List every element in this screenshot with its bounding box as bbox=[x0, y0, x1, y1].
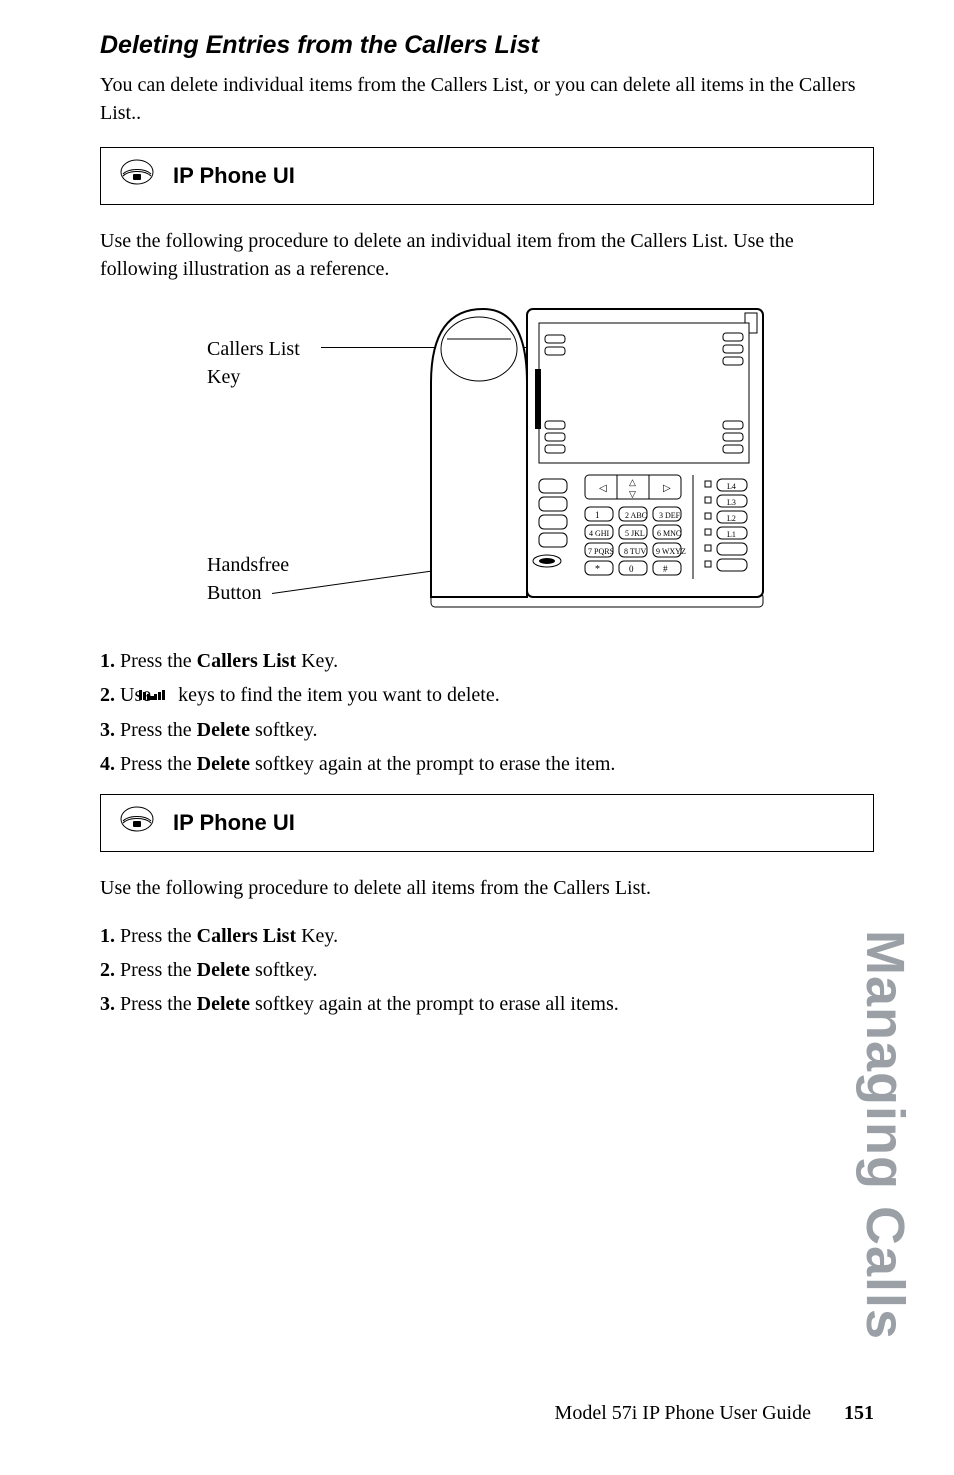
step: 2. Use keys to find the item you want to… bbox=[100, 681, 874, 710]
svg-text:6 MNO: 6 MNO bbox=[657, 529, 682, 538]
svg-text:7 PQRS: 7 PQRS bbox=[588, 547, 614, 556]
svg-text:#: # bbox=[663, 564, 668, 574]
callout-text: Key bbox=[207, 366, 240, 388]
step: 1. Press the Callers List Key. bbox=[100, 922, 874, 950]
procedure1-intro: Use the following procedure to delete an… bbox=[100, 227, 874, 283]
step-bold: Delete bbox=[197, 993, 250, 1015]
phone-ui-icon bbox=[119, 805, 155, 841]
svg-text:△: △ bbox=[629, 477, 636, 487]
phone-illustration: Callers List Key Handsfree Button bbox=[207, 303, 767, 623]
step-text: softkey. bbox=[250, 719, 318, 741]
step-text: softkey again at the prompt to erase the… bbox=[250, 753, 615, 775]
svg-text:*: * bbox=[595, 564, 600, 575]
footer-text: Model 57i IP Phone User Guide bbox=[555, 1402, 811, 1424]
svg-text:L2: L2 bbox=[727, 514, 736, 523]
svg-text:L3: L3 bbox=[727, 498, 736, 507]
step-bold: Callers List bbox=[197, 925, 296, 947]
step-bold: Delete bbox=[197, 753, 250, 775]
callout-text: Handsfree bbox=[207, 554, 289, 576]
step-text: softkey. bbox=[250, 959, 318, 981]
phone-device-diagram: ◁ ▷ △ ▽ 1 2 ABC 3 DEF 4 GHI 5 JKL 6 MNO … bbox=[427, 303, 767, 613]
procedure2-steps: 1. Press the Callers List Key. 2. Press … bbox=[100, 922, 874, 1018]
svg-text:5 JKL: 5 JKL bbox=[625, 529, 645, 538]
svg-text:▽: ▽ bbox=[629, 489, 636, 499]
step-bold: Delete bbox=[197, 719, 250, 741]
step-bold: Delete bbox=[197, 959, 250, 981]
svg-text:▷: ▷ bbox=[663, 483, 671, 494]
ip-phone-ui-label: IP Phone UI bbox=[173, 808, 295, 839]
svg-text:◁: ◁ bbox=[599, 483, 607, 494]
intro-paragraph: You can delete individual items from the… bbox=[100, 71, 874, 127]
step-text: Press the bbox=[120, 719, 197, 741]
callout-text: Button bbox=[207, 582, 261, 604]
svg-text:L4: L4 bbox=[727, 482, 736, 491]
step-text: Press the bbox=[120, 959, 197, 981]
svg-text:2 ABC: 2 ABC bbox=[625, 511, 647, 520]
procedure1-steps: 1. Press the Callers List Key. 2. Use ke… bbox=[100, 647, 874, 778]
page-footer: Model 57i IP Phone User Guide 151 bbox=[555, 1399, 874, 1427]
step: 1. Press the Callers List Key. bbox=[100, 647, 874, 675]
svg-text:L1: L1 bbox=[727, 530, 736, 539]
callout-callers-list-key: Callers List Key bbox=[207, 335, 300, 391]
step-text: Key. bbox=[296, 650, 338, 672]
section-heading: Deleting Entries from the Callers List bbox=[100, 28, 874, 63]
svg-text:3 DEF: 3 DEF bbox=[659, 511, 681, 520]
step: 2. Press the Delete softkey. bbox=[100, 956, 874, 984]
callout-handsfree-button: Handsfree Button bbox=[207, 551, 289, 607]
ip-phone-ui-box: IP Phone UI bbox=[100, 794, 874, 852]
phone-ui-icon bbox=[119, 158, 155, 194]
step: 4. Press the Delete softkey again at the… bbox=[100, 750, 874, 778]
step-text: Press the bbox=[120, 753, 197, 775]
svg-text:0: 0 bbox=[629, 564, 634, 574]
procedure2-intro: Use the following procedure to delete al… bbox=[100, 874, 874, 902]
step: 3. Press the Delete softkey again at the… bbox=[100, 990, 874, 1018]
svg-text:1: 1 bbox=[595, 510, 600, 520]
step-text: softkey again at the prompt to erase all… bbox=[250, 993, 619, 1015]
step-text: Press the bbox=[120, 993, 197, 1015]
ip-phone-ui-box: IP Phone UI bbox=[100, 147, 874, 205]
svg-text:9 WXYZ: 9 WXYZ bbox=[656, 547, 686, 556]
page-number: 151 bbox=[844, 1402, 874, 1424]
svg-text:8 TUV: 8 TUV bbox=[624, 547, 647, 556]
svg-text:4 GHI: 4 GHI bbox=[589, 529, 610, 538]
step-text: Press the bbox=[120, 650, 197, 672]
step-text: keys to find the item you want to delete… bbox=[178, 684, 500, 706]
step-text: Press the bbox=[120, 925, 197, 947]
side-tab-label: Managing Calls bbox=[846, 930, 922, 1340]
ip-phone-ui-label: IP Phone UI bbox=[173, 161, 295, 192]
step-bold: Callers List bbox=[197, 650, 296, 672]
callout-text: Callers List bbox=[207, 338, 300, 360]
step: 3. Press the Delete softkey. bbox=[100, 716, 874, 744]
step-text: Key. bbox=[296, 925, 338, 947]
callout-line bbox=[272, 569, 440, 594]
